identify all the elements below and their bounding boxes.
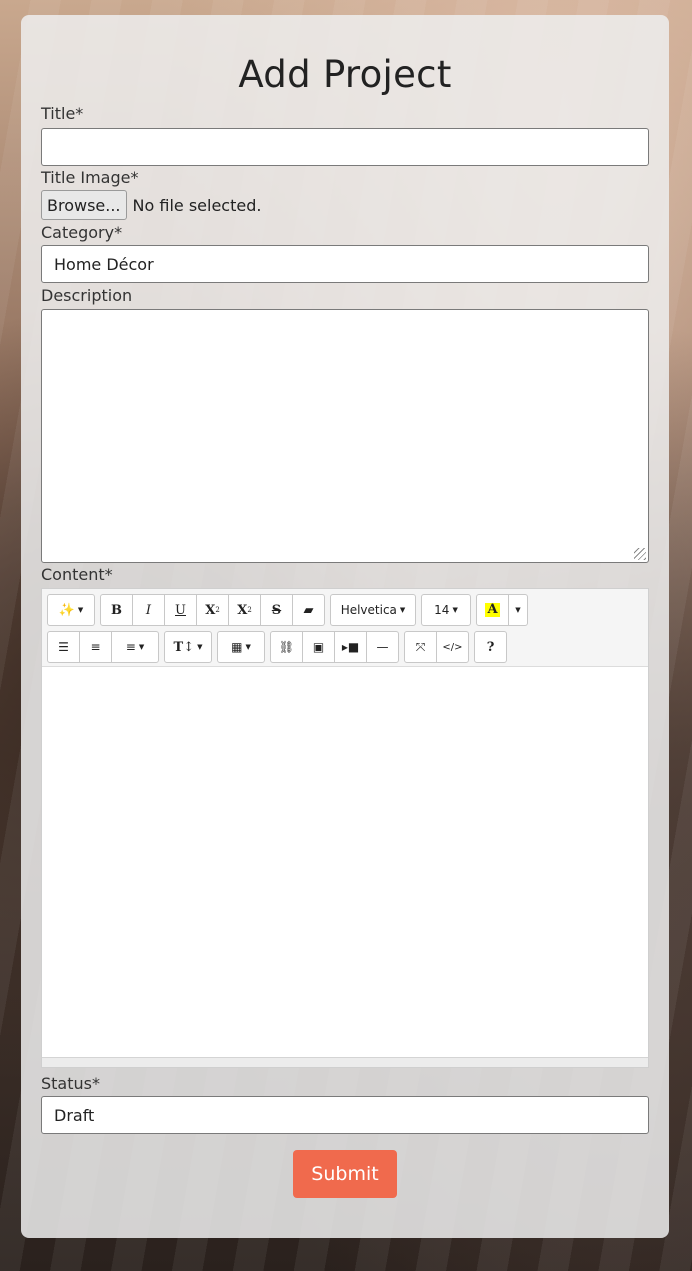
superscript-icon[interactable]: X2 (196, 594, 229, 626)
color-dropdown-icon[interactable]: ▼ (508, 594, 528, 626)
page-title: Add Project (238, 53, 452, 96)
italic-icon[interactable]: I (132, 594, 165, 626)
strikethrough-icon[interactable]: S (260, 594, 293, 626)
font-size-dropdown[interactable]: 14 ▼ (421, 594, 471, 626)
content-editor: ✨ ▼ B I U X2 X2 S ▰ Helvetica ▼ 14 ▼ A ▼… (41, 588, 649, 1068)
description-textarea[interactable] (41, 309, 649, 563)
browse-button[interactable]: Browse... (41, 190, 127, 220)
underline-icon[interactable]: U (164, 594, 197, 626)
magic-icon[interactable]: ✨ ▼ (47, 594, 95, 626)
editor-resize-bar[interactable] (42, 1057, 648, 1067)
status-label: Status* (41, 1074, 100, 1093)
editor-content-area[interactable] (42, 667, 648, 1057)
video-icon[interactable]: ▸■ (334, 631, 367, 663)
bold-icon[interactable]: B (100, 594, 133, 626)
description-label: Description (41, 286, 133, 305)
table-icon[interactable]: ▦ ▼ (217, 631, 265, 663)
title-label: Title* (41, 104, 84, 123)
content-label: Content* (41, 565, 113, 584)
file-status: No file selected. (132, 195, 262, 215)
title-input[interactable] (41, 128, 649, 166)
resize-grip-icon[interactable] (634, 548, 646, 560)
help-icon[interactable]: ? (474, 631, 507, 663)
status-select[interactable]: Draft (41, 1096, 649, 1134)
submit-button[interactable]: Submit (293, 1150, 397, 1198)
code-view-icon[interactable]: </> (436, 631, 469, 663)
line-height-icon[interactable]: T ↕ ▼ (164, 631, 212, 663)
file-input[interactable]: Browse... No file selected. (41, 190, 649, 220)
horizontal-rule-icon[interactable]: — (366, 631, 399, 663)
fullscreen-icon[interactable]: ⤧ (404, 631, 437, 663)
font-family-dropdown[interactable]: Helvetica ▼ (330, 594, 416, 626)
editor-toolbar: ✨ ▼ B I U X2 X2 S ▰ Helvetica ▼ 14 ▼ A ▼… (42, 589, 648, 667)
unordered-list-icon[interactable]: ☰ (47, 631, 80, 663)
add-project-card: Add Project Title* Title Image* Browse..… (21, 15, 669, 1238)
subscript-icon[interactable]: X2 (228, 594, 261, 626)
ordered-list-icon[interactable]: ≡ (79, 631, 112, 663)
category-select[interactable]: Home Décor (41, 245, 649, 283)
link-icon[interactable]: ⛓ (270, 631, 303, 663)
text-color-icon[interactable]: A (476, 594, 509, 626)
eraser-icon[interactable]: ▰ (292, 594, 325, 626)
image-icon[interactable]: ▣ (302, 631, 335, 663)
title-image-label: Title Image* (41, 168, 139, 187)
category-label: Category* (41, 223, 123, 242)
align-icon[interactable]: ≡ ▼ (111, 631, 159, 663)
